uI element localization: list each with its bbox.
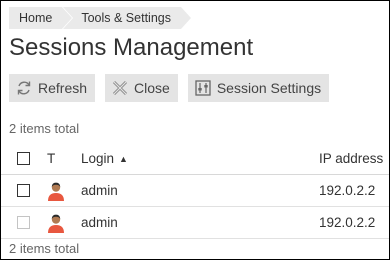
close-icon	[111, 79, 129, 97]
table-row: admin 192.0.2.2	[1, 175, 389, 207]
column-login[interactable]: Login ▲	[81, 143, 128, 174]
row-ip: 192.0.2.2	[319, 215, 376, 230]
column-ip-address: IP address	[319, 151, 384, 166]
row-checkbox[interactable]	[17, 184, 30, 197]
row-checkbox[interactable]	[17, 216, 30, 229]
user-icon	[47, 207, 65, 238]
items-total-top: 2 items total	[9, 121, 80, 136]
row-login: admin	[81, 183, 118, 198]
sessions-table: T Login ▲ IP address admin 192.0.2.2 adm…	[1, 143, 389, 239]
column-login-label: Login	[81, 151, 115, 166]
session-settings-label: Session Settings	[216, 80, 322, 96]
sort-ascending-icon: ▲	[119, 153, 128, 164]
select-all-checkbox[interactable]	[17, 152, 30, 165]
user-icon	[47, 175, 65, 206]
settings-sliders-icon	[194, 79, 212, 97]
column-type: T	[47, 151, 56, 166]
window: Home Tools & Settings Sessions Managemen…	[1, 1, 389, 259]
toolbar: Refresh Close Session Settings	[9, 74, 330, 102]
row-login: admin	[81, 215, 118, 230]
breadcrumb: Home Tools & Settings	[9, 7, 191, 29]
page-title: Sessions Management	[9, 34, 254, 61]
items-total-bottom: 2 items total	[9, 241, 80, 256]
refresh-label: Refresh	[38, 80, 88, 96]
close-button[interactable]: Close	[105, 74, 178, 102]
refresh-button[interactable]: Refresh	[9, 74, 96, 102]
close-label: Close	[134, 80, 170, 96]
breadcrumb-tools-settings[interactable]: Tools & Settings	[63, 7, 191, 29]
row-ip: 192.0.2.2	[319, 183, 376, 198]
table-row: admin 192.0.2.2	[1, 207, 389, 239]
refresh-icon	[15, 79, 33, 97]
breadcrumb-home[interactable]: Home	[9, 7, 73, 29]
session-settings-button[interactable]: Session Settings	[187, 74, 330, 102]
table-header: T Login ▲ IP address	[1, 143, 389, 175]
